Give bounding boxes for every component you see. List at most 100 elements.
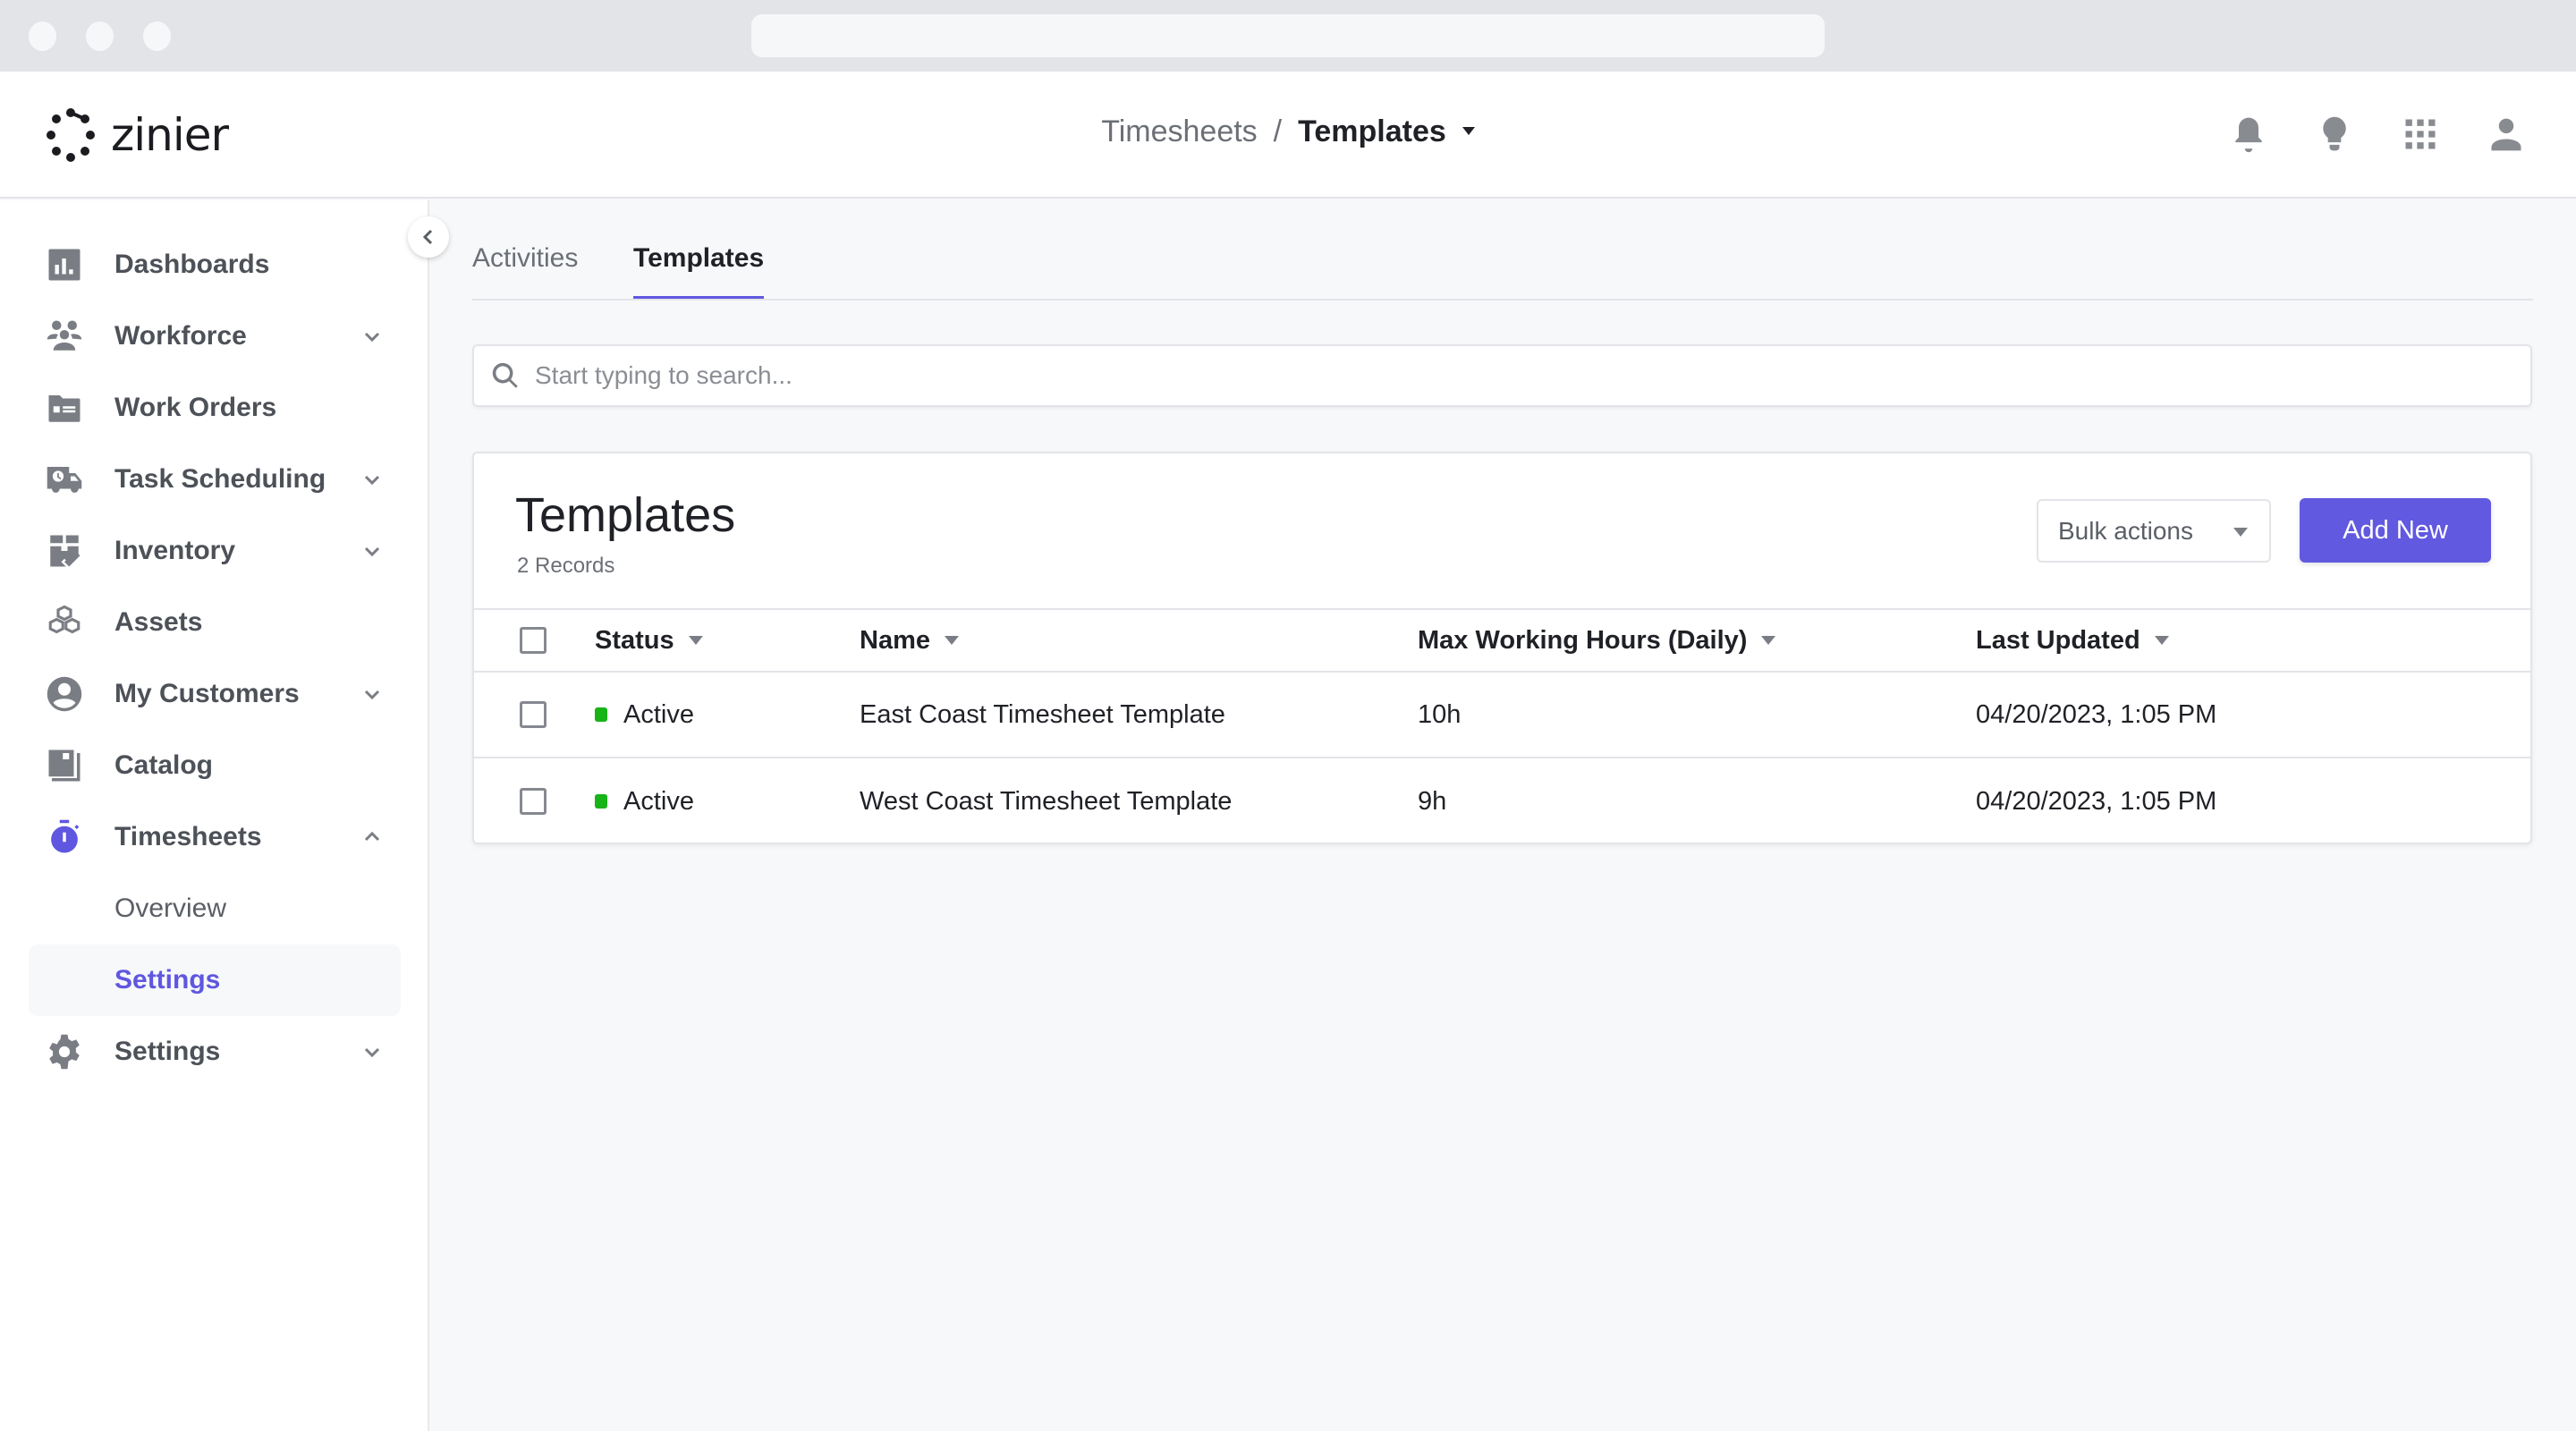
search-input[interactable] [535,361,2503,390]
sidebar-item-inventory[interactable]: Inventory [29,515,401,587]
sidebar-item-assets[interactable]: Assets [29,587,401,658]
max-hours-cell: 9h [1418,786,1447,816]
sort-icon[interactable] [688,636,703,645]
tab-bar: Activities Templates [472,234,2533,301]
breadcrumb-current[interactable]: Templates [1298,114,1446,148]
sidebar-item-label: My Customers [114,679,300,708]
column-header-label: Name [860,625,930,655]
chevron-down-icon[interactable] [361,1041,383,1063]
status-cell: Active [595,673,694,757]
select-all-checkbox[interactable] [520,627,547,654]
sidebar-item-settings[interactable]: Settings [29,1016,401,1088]
sidebar-item-label: Work Orders [114,393,277,422]
sidebar-item-workforce[interactable]: Workforce [29,301,401,372]
user-icon [2491,118,2521,151]
column-header-label: Last Updated [1976,625,2140,655]
last-updated-cell: 04/20/2023, 1:05 PM [1976,699,2217,729]
sidebar-item-work-orders[interactable]: Work Orders [29,372,401,444]
table-row[interactable]: Active West Coast Timesheet Template 9h … [474,758,2530,844]
apps-button[interactable] [2397,111,2444,157]
chevron-down-icon[interactable] [361,540,383,562]
apps-grid-icon [2405,119,2436,149]
table-header: Status Name Max Working Hours (Daily) La… [474,608,2530,673]
add-new-button[interactable]: Add New [2300,498,2491,563]
row-checkbox[interactable] [520,701,547,728]
header-actions [2225,111,2576,157]
bell-icon [2235,117,2262,153]
name-cell[interactable]: West Coast Timesheet Template [860,758,1232,844]
window-maximize-button[interactable] [143,21,171,51]
sidebar-item-label: Workforce [114,321,247,351]
cubes-icon [45,603,84,642]
sidebar-item-label: Assets [114,607,203,637]
column-header-label: Status [595,625,674,655]
bar-chart-icon [45,245,84,284]
templates-card: Templates 2 Records Bulk actions Add New… [472,452,2532,844]
last-updated-cell: 04/20/2023, 1:05 PM [1976,786,2217,816]
sidebar-item-label: Task Scheduling [114,464,326,494]
sort-icon[interactable] [945,636,959,645]
breadcrumb: Timesheets / Templates [0,114,2576,149]
sidebar-item-dashboards[interactable]: Dashboards [29,229,401,301]
row-select-cell [520,673,547,757]
sidebar-item-label: Timesheets [114,822,262,851]
sidebar-item-label: Catalog [114,750,214,780]
sidebar-item-label: Dashboards [114,250,270,279]
status-indicator-icon [595,707,607,722]
chevron-up-icon[interactable] [361,826,383,848]
gear-icon [45,1032,84,1071]
chevron-down-icon[interactable] [361,326,383,347]
app-header: zinier Timesheets / Templates [0,72,2576,199]
user-circle-icon [45,674,84,714]
table-row[interactable]: Active East Coast Timesheet Template 10h… [474,673,2530,758]
select-all-cell [520,610,547,671]
row-checkbox[interactable] [520,788,547,815]
breadcrumb-dropdown-icon[interactable] [1462,126,1475,135]
breadcrumb-parent[interactable]: Timesheets [1101,114,1257,148]
column-header-last-updated[interactable]: Last Updated [1976,610,2169,671]
search-box [472,344,2532,407]
stopwatch-icon [45,817,84,857]
lightbulb-icon [2323,116,2346,151]
insights-button[interactable] [2311,111,2358,157]
sidebar-item-label: Inventory [114,536,236,565]
sidebar-subitem-settings[interactable]: Settings [29,944,401,1016]
people-icon [45,317,84,356]
sort-icon[interactable] [1761,636,1776,645]
status-indicator-icon [595,794,607,809]
truck-clock-icon [45,460,84,499]
caret-down-icon [2233,528,2248,537]
sidebar-item-timesheets[interactable]: Timesheets [29,801,401,873]
sidebar-subitem-label: Overview [114,893,227,923]
row-select-cell [520,758,547,844]
sidebar-subitem-overview[interactable]: Overview [29,873,401,944]
sidebar-item-my-customers[interactable]: My Customers [29,658,401,730]
chevron-down-icon[interactable] [361,469,383,490]
column-header-max-hours[interactable]: Max Working Hours (Daily) [1418,610,1776,671]
column-header-status[interactable]: Status [595,610,703,671]
tab-templates[interactable]: Templates [633,243,765,299]
notifications-button[interactable] [2225,111,2272,157]
status-badge: Active [623,699,694,729]
window-close-button[interactable] [29,21,56,51]
breadcrumb-separator: / [1273,114,1283,148]
tab-activities[interactable]: Activities [472,243,578,299]
sidebar-item-task-scheduling[interactable]: Task Scheduling [29,444,401,515]
browser-chrome [0,0,2576,72]
max-hours-cell: 10h [1418,699,1462,729]
window-minimize-button[interactable] [86,21,114,51]
card-title: Templates [515,488,736,542]
profile-button[interactable] [2483,111,2529,157]
address-bar[interactable] [751,14,1825,57]
sidebar: Dashboards Workforce Work Orders Task Sc… [0,200,429,1431]
column-header-label: Max Working Hours (Daily) [1418,625,1748,655]
sort-icon[interactable] [2154,636,2169,645]
bulk-actions-dropdown[interactable]: Bulk actions [2037,499,2271,563]
sidebar-item-catalog[interactable]: Catalog [29,730,401,801]
chevron-left-icon [422,229,433,245]
chevron-down-icon[interactable] [361,683,383,705]
collapse-sidebar-button[interactable] [408,216,449,258]
status-cell: Active [595,758,694,844]
column-header-name[interactable]: Name [860,610,959,671]
name-cell[interactable]: East Coast Timesheet Template [860,673,1225,757]
